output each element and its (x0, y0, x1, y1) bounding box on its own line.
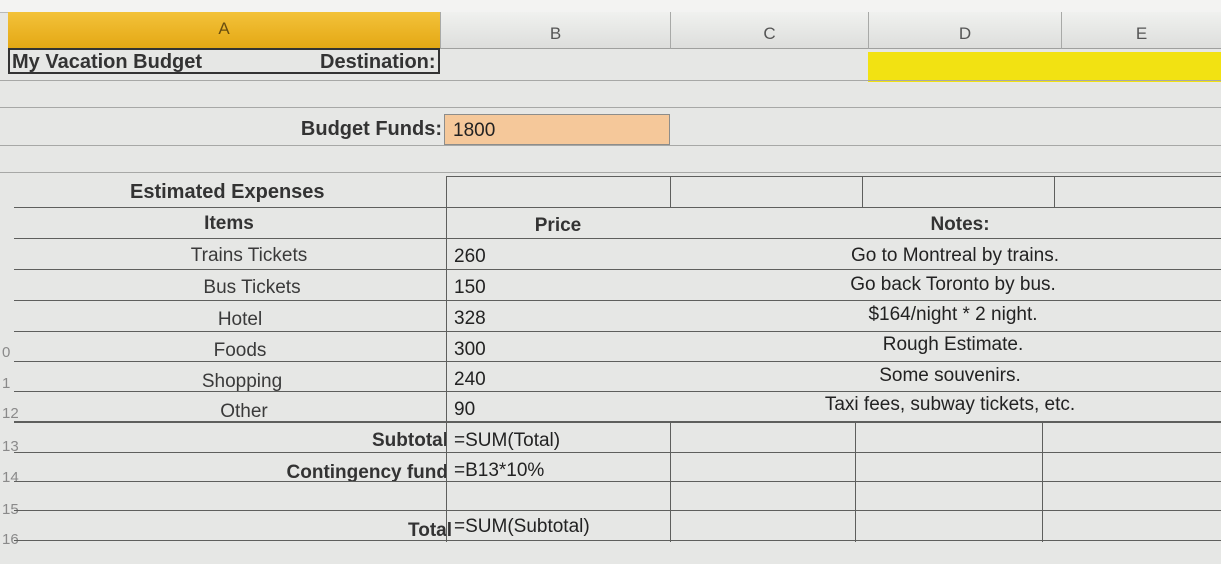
price-cell[interactable]: 150 (446, 278, 670, 297)
notes-header: Notes: (930, 214, 990, 235)
item-cell[interactable]: Hotel (14, 310, 466, 329)
gridline (670, 421, 671, 542)
price-cell[interactable]: 240 (446, 370, 670, 389)
gridline (14, 361, 1221, 362)
note-cell[interactable]: Taxi fees, subway tickets, etc. (670, 395, 1221, 414)
subtotal-formula-cell[interactable]: =SUM(Total) (454, 431, 560, 450)
gridline (446, 176, 447, 542)
gridline (14, 540, 1221, 541)
row-number-label: 1 (2, 375, 11, 392)
gridline (0, 172, 1221, 173)
note-cell[interactable]: Go to Montreal by trains. (670, 246, 1221, 265)
total-label: Total (408, 520, 452, 541)
gridline (14, 452, 1221, 453)
price-cell[interactable]: 328 (446, 309, 670, 328)
contingency-label: Contingency fund (286, 462, 448, 483)
item-cell[interactable]: Shopping (14, 372, 470, 391)
gridline (14, 421, 1221, 423)
note-cell[interactable]: Rough Estimate. (670, 335, 1221, 354)
gridline (14, 269, 1221, 270)
budget-value-cell[interactable]: 1800 (444, 114, 670, 145)
item-cell[interactable]: Trains Tickets (14, 246, 484, 265)
note-cell[interactable]: Go back Toronto by bus. (670, 275, 1221, 294)
gridline (14, 300, 1221, 301)
cell-destination-label: Destination: (320, 51, 436, 73)
gridline (14, 238, 1221, 239)
contingency-formula-cell[interactable]: =B13*10% (454, 461, 544, 480)
item-cell[interactable]: Foods (14, 341, 466, 360)
row-number[interactable]: 12 (2, 405, 34, 422)
gridline (0, 80, 1221, 81)
gridline (1042, 421, 1043, 542)
gridline (14, 510, 1221, 511)
price-cell[interactable]: 300 (446, 340, 670, 359)
column-header-c[interactable]: C (671, 12, 869, 49)
gridline (446, 176, 1221, 177)
gridline (14, 331, 1221, 332)
gridline (0, 145, 1221, 146)
item-cell[interactable]: Bus Tickets (14, 278, 490, 297)
items-header: Items (204, 213, 254, 234)
row-number[interactable]: 14 (2, 469, 34, 486)
price-cell[interactable]: 90 (446, 400, 670, 419)
row-number-label: 4 (10, 469, 19, 486)
price-cell[interactable]: 260 (446, 247, 670, 266)
item-cell[interactable]: Other (14, 402, 474, 421)
total-formula-cell[interactable]: =SUM(Subtotal) (454, 517, 590, 536)
title-text: My Vacation Budget (12, 51, 203, 73)
gridline (14, 391, 1221, 392)
row-number[interactable]: 1 (2, 375, 34, 392)
gridline (862, 176, 863, 208)
cell-d1-highlight[interactable] (868, 52, 1221, 82)
subtotal-label: Subtotal (372, 430, 448, 451)
budget-label: Budget Funds: (300, 118, 442, 140)
gridline (855, 421, 856, 542)
gridline (14, 481, 1221, 482)
note-cell[interactable]: Some souvenirs. (670, 366, 1221, 385)
column-header-a[interactable]: A (8, 12, 441, 49)
column-header-b[interactable]: B (441, 12, 671, 49)
row-number[interactable]: 0 (2, 344, 34, 361)
price-header: Price (534, 215, 582, 236)
row-number-label: 0 (2, 344, 11, 361)
section-title: Estimated Expenses (130, 181, 325, 203)
note-cell[interactable]: $164/night * 2 night. (670, 305, 1221, 324)
gridline (670, 176, 671, 208)
gridline (0, 107, 1221, 108)
row-number-label: 2 (10, 405, 19, 422)
spreadsheet: A B C D E My Vacation Budget Destination… (0, 0, 1221, 564)
column-header-e[interactable]: E (1062, 12, 1221, 49)
gridline (14, 207, 1221, 208)
gridline (1054, 176, 1055, 208)
column-header-d[interactable]: D (869, 12, 1062, 49)
